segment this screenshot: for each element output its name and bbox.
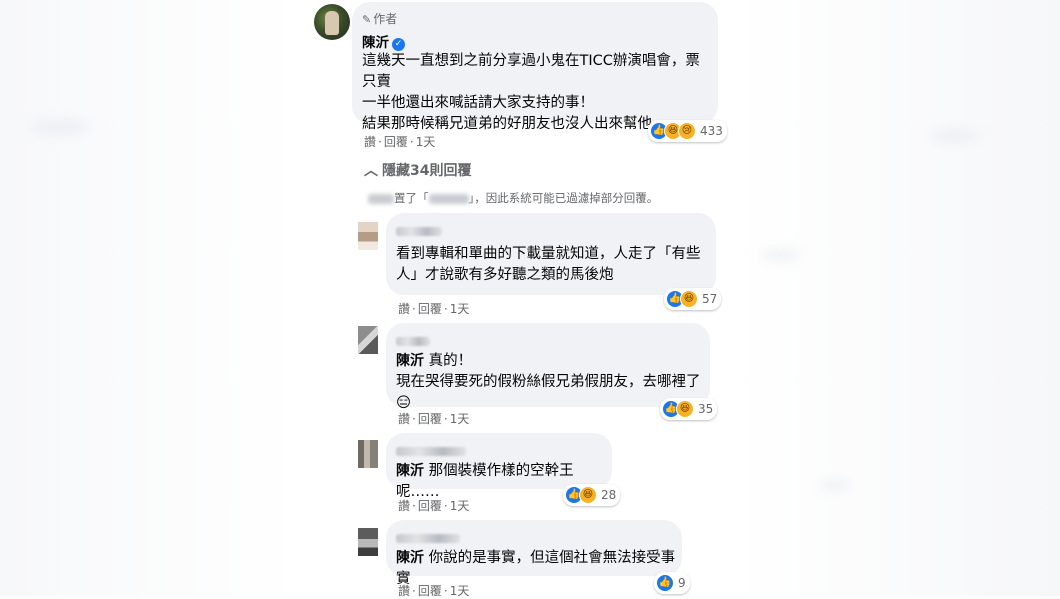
haha-reaction-icon: 😆	[680, 290, 698, 308]
reply-text: 看到專輯和單曲的下載量就知道，人走了「有些 人」才說歌有多好聽之類的馬後炮	[396, 246, 701, 283]
reply-actions: 讚 · 回覆 · 1天	[398, 499, 470, 513]
reply-link[interactable]: 回覆	[418, 499, 442, 513]
like-link[interactable]: 讚	[398, 302, 410, 316]
commenter-name[interactable]	[396, 331, 430, 350]
blurred-background-left	[0, 0, 300, 596]
timestamp[interactable]: 1天	[450, 412, 470, 426]
author-badge: ✎ 作者	[362, 12, 398, 26]
mention-tag[interactable]: 陳沂	[396, 463, 424, 479]
reply-actions: 讚 · 回覆 · 1天	[398, 584, 470, 598]
chevron-up-icon: ︿	[364, 163, 378, 179]
commenter-name[interactable]	[396, 221, 442, 240]
blurred-background-right	[730, 0, 1060, 596]
haha-reaction-icon: 😆	[579, 486, 597, 504]
background-blur-shape	[30, 120, 90, 134]
like-reaction-icon: 👍	[656, 574, 674, 592]
timestamp[interactable]: 1天	[450, 499, 470, 513]
background-blur-shape	[820, 480, 850, 490]
censored-text	[368, 193, 394, 204]
haha-reaction-icon: 😆	[676, 400, 694, 418]
commenter-avatar[interactable]	[358, 528, 378, 556]
pencil-icon: ✎	[362, 13, 372, 26]
verified-badge-icon: ✓	[392, 38, 405, 51]
background-blur-shape	[760, 250, 800, 260]
mention-tag[interactable]: 陳沂	[396, 353, 424, 369]
like-link[interactable]: 讚	[398, 412, 410, 426]
sad-reaction-icon: 😢	[678, 122, 696, 140]
like-link[interactable]: 讚	[364, 135, 376, 149]
author-name[interactable]: 陳沂	[362, 35, 389, 51]
mention-tag[interactable]: 陳沂	[396, 550, 424, 566]
author-avatar[interactable]	[314, 4, 350, 40]
commenter-avatar[interactable]	[358, 222, 378, 250]
author-reactions[interactable]: 👍 😆 😢 433	[648, 120, 727, 142]
commenter-avatar[interactable]	[358, 326, 378, 354]
timestamp[interactable]: 1天	[450, 302, 470, 316]
reply-reactions[interactable]: 👍 😆 57	[664, 288, 722, 310]
reply-reactions[interactable]: 👍 😆 35	[660, 398, 718, 420]
reply-link[interactable]: 回覆	[418, 302, 442, 316]
reply-reactions[interactable]: 👍 9	[654, 572, 690, 594]
background-blur-shape	[930, 130, 980, 142]
timestamp[interactable]: 1天	[416, 135, 436, 149]
reply-reactions[interactable]: 👍 😆 28	[563, 484, 621, 506]
reply-link[interactable]: 回覆	[384, 135, 408, 149]
reply-actions: 讚 · 回覆 · 1天	[398, 412, 470, 426]
commenter-avatar[interactable]	[358, 440, 378, 468]
filter-notice: 置了「 」，因此系統可能已過濾掉部分回覆。	[368, 190, 658, 206]
commenter-name[interactable]	[396, 441, 466, 460]
reaction-count: 433	[700, 124, 723, 138]
author-comment-actions: 讚 · 回覆 · 1天	[364, 135, 436, 149]
author-name-row: 陳沂 ✓	[362, 31, 405, 51]
hide-replies-toggle[interactable]: ︿ 隱藏34則回覆	[364, 160, 471, 180]
reply-link[interactable]: 回覆	[418, 412, 442, 426]
like-link[interactable]: 讚	[398, 499, 410, 513]
commenter-name[interactable]	[396, 528, 460, 547]
censored-text	[428, 193, 469, 204]
reply-actions: 讚 · 回覆 · 1天	[398, 302, 470, 316]
